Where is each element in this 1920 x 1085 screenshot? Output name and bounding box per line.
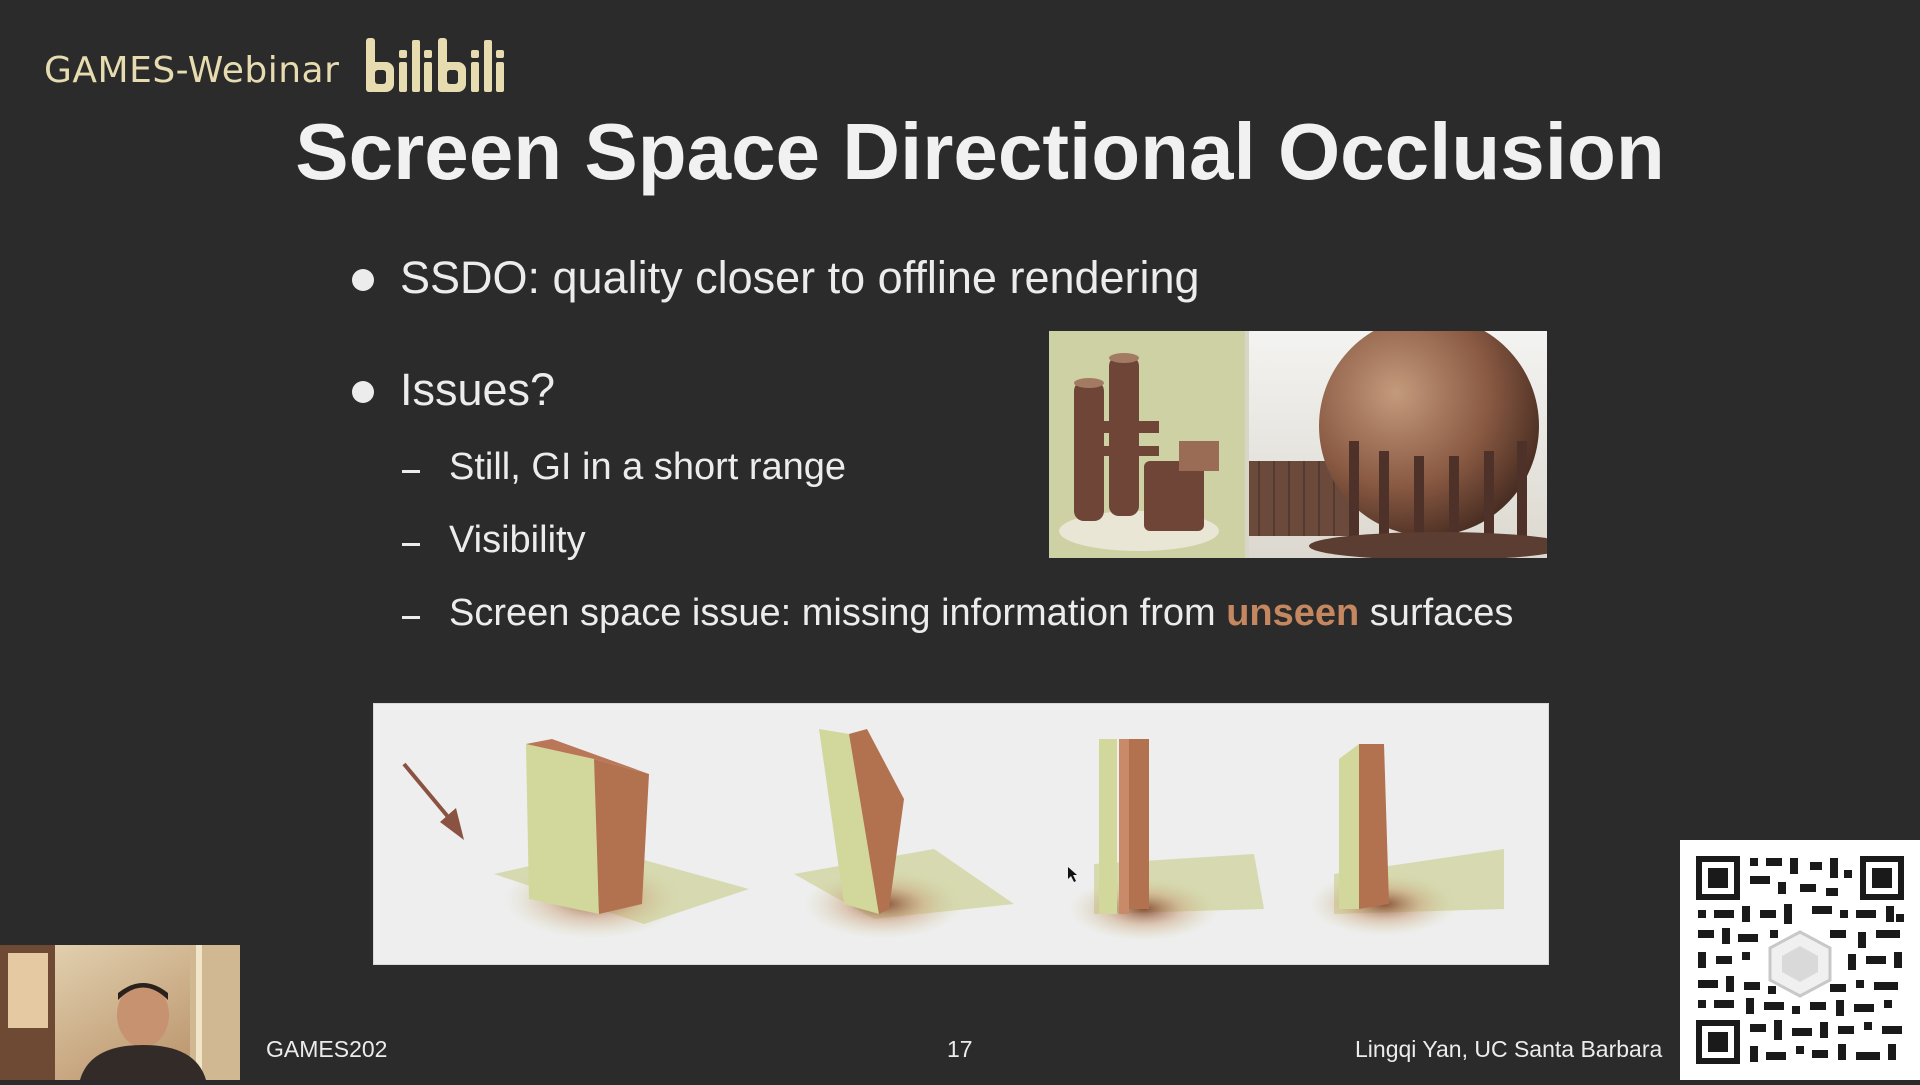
sub-bullet-text: Screen space issue: missing information …	[449, 592, 1227, 634]
footer-author: Lingqi Yan, UC Santa Barbara	[1355, 1036, 1663, 1062]
sub-bullet-visibility: Visibility	[449, 519, 586, 561]
sub-bullet-dash	[402, 543, 420, 546]
sub-bullet-dash	[402, 470, 420, 473]
bilibili-logo	[362, 32, 512, 107]
sub-bullet-short-range: Still, GI in a short range	[449, 446, 847, 488]
highlight-unseen: unseen	[1226, 592, 1360, 634]
page-number: 17	[947, 1036, 973, 1062]
qr-logo-icon	[1768, 930, 1832, 998]
sub-bullet-text: surfaces	[1359, 592, 1514, 634]
ssdo-render-image	[1049, 331, 1547, 558]
light-direction-arrow-icon	[402, 762, 464, 840]
bullet-ssdo: SSDO: quality closer to offline renderin…	[400, 252, 1200, 303]
sub-bullet-screen-space: Screen space issue: missing information …	[449, 592, 1513, 635]
slide-title: Screen Space Directional Occlusion	[295, 107, 1665, 196]
occlusion-comparison-image	[373, 703, 1549, 965]
games-webinar-watermark: GAMES-Webinar	[44, 50, 340, 91]
sub-bullet-dash	[402, 616, 420, 619]
qr-code	[1680, 840, 1920, 1080]
bullet-issues: Issues?	[400, 364, 556, 415]
footer-course: GAMES202	[266, 1036, 388, 1062]
presenter-webcam	[0, 945, 240, 1080]
bullet-dot	[352, 269, 374, 291]
bullet-dot	[352, 381, 374, 403]
